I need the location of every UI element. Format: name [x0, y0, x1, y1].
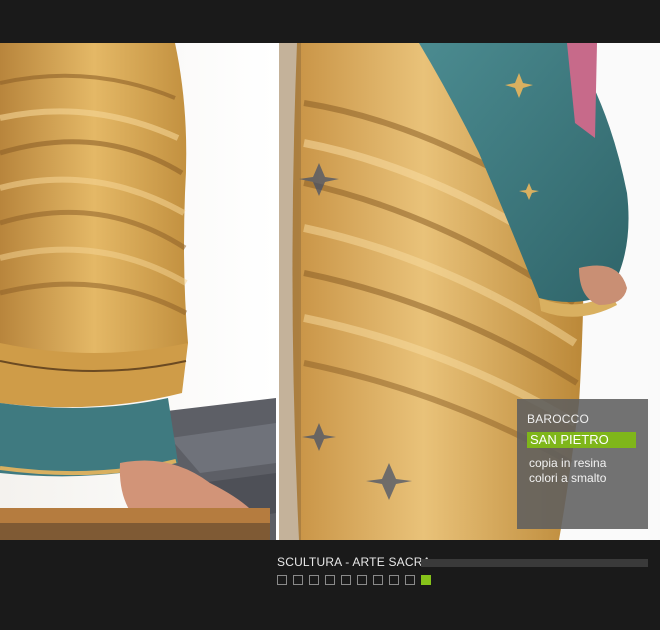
artwork-style-label: BAROCCO: [527, 412, 590, 426]
gallery-page-dot[interactable]: [421, 575, 431, 585]
gallery-caption: SCULTURA - ARTE SACRA: [277, 555, 431, 569]
artwork-info-box: BAROCCO SAN PIETRO copia in resina color…: [517, 399, 648, 529]
gallery-progress-track: [421, 559, 648, 567]
artwork-title: SAN PIETRO: [527, 432, 636, 448]
gallery-page-dot[interactable]: [277, 575, 287, 585]
gallery-page-dot[interactable]: [357, 575, 367, 585]
gallery-page-dot[interactable]: [293, 575, 303, 585]
photo-stage: BAROCCO SAN PIETRO copia in resina color…: [0, 43, 660, 540]
photo-left-statue-detail: [0, 43, 276, 540]
gallery-page-dot[interactable]: [325, 575, 335, 585]
gallery-page-dot[interactable]: [389, 575, 399, 585]
gallery-page-dot[interactable]: [373, 575, 383, 585]
artwork-material: copia in resina: [529, 456, 607, 470]
gallery-pager: [277, 575, 431, 585]
gallery-page-dot[interactable]: [309, 575, 319, 585]
gallery-page-dot[interactable]: [405, 575, 415, 585]
gallery-page-dot[interactable]: [341, 575, 351, 585]
artwork-finish: colori a smalto: [529, 471, 607, 485]
